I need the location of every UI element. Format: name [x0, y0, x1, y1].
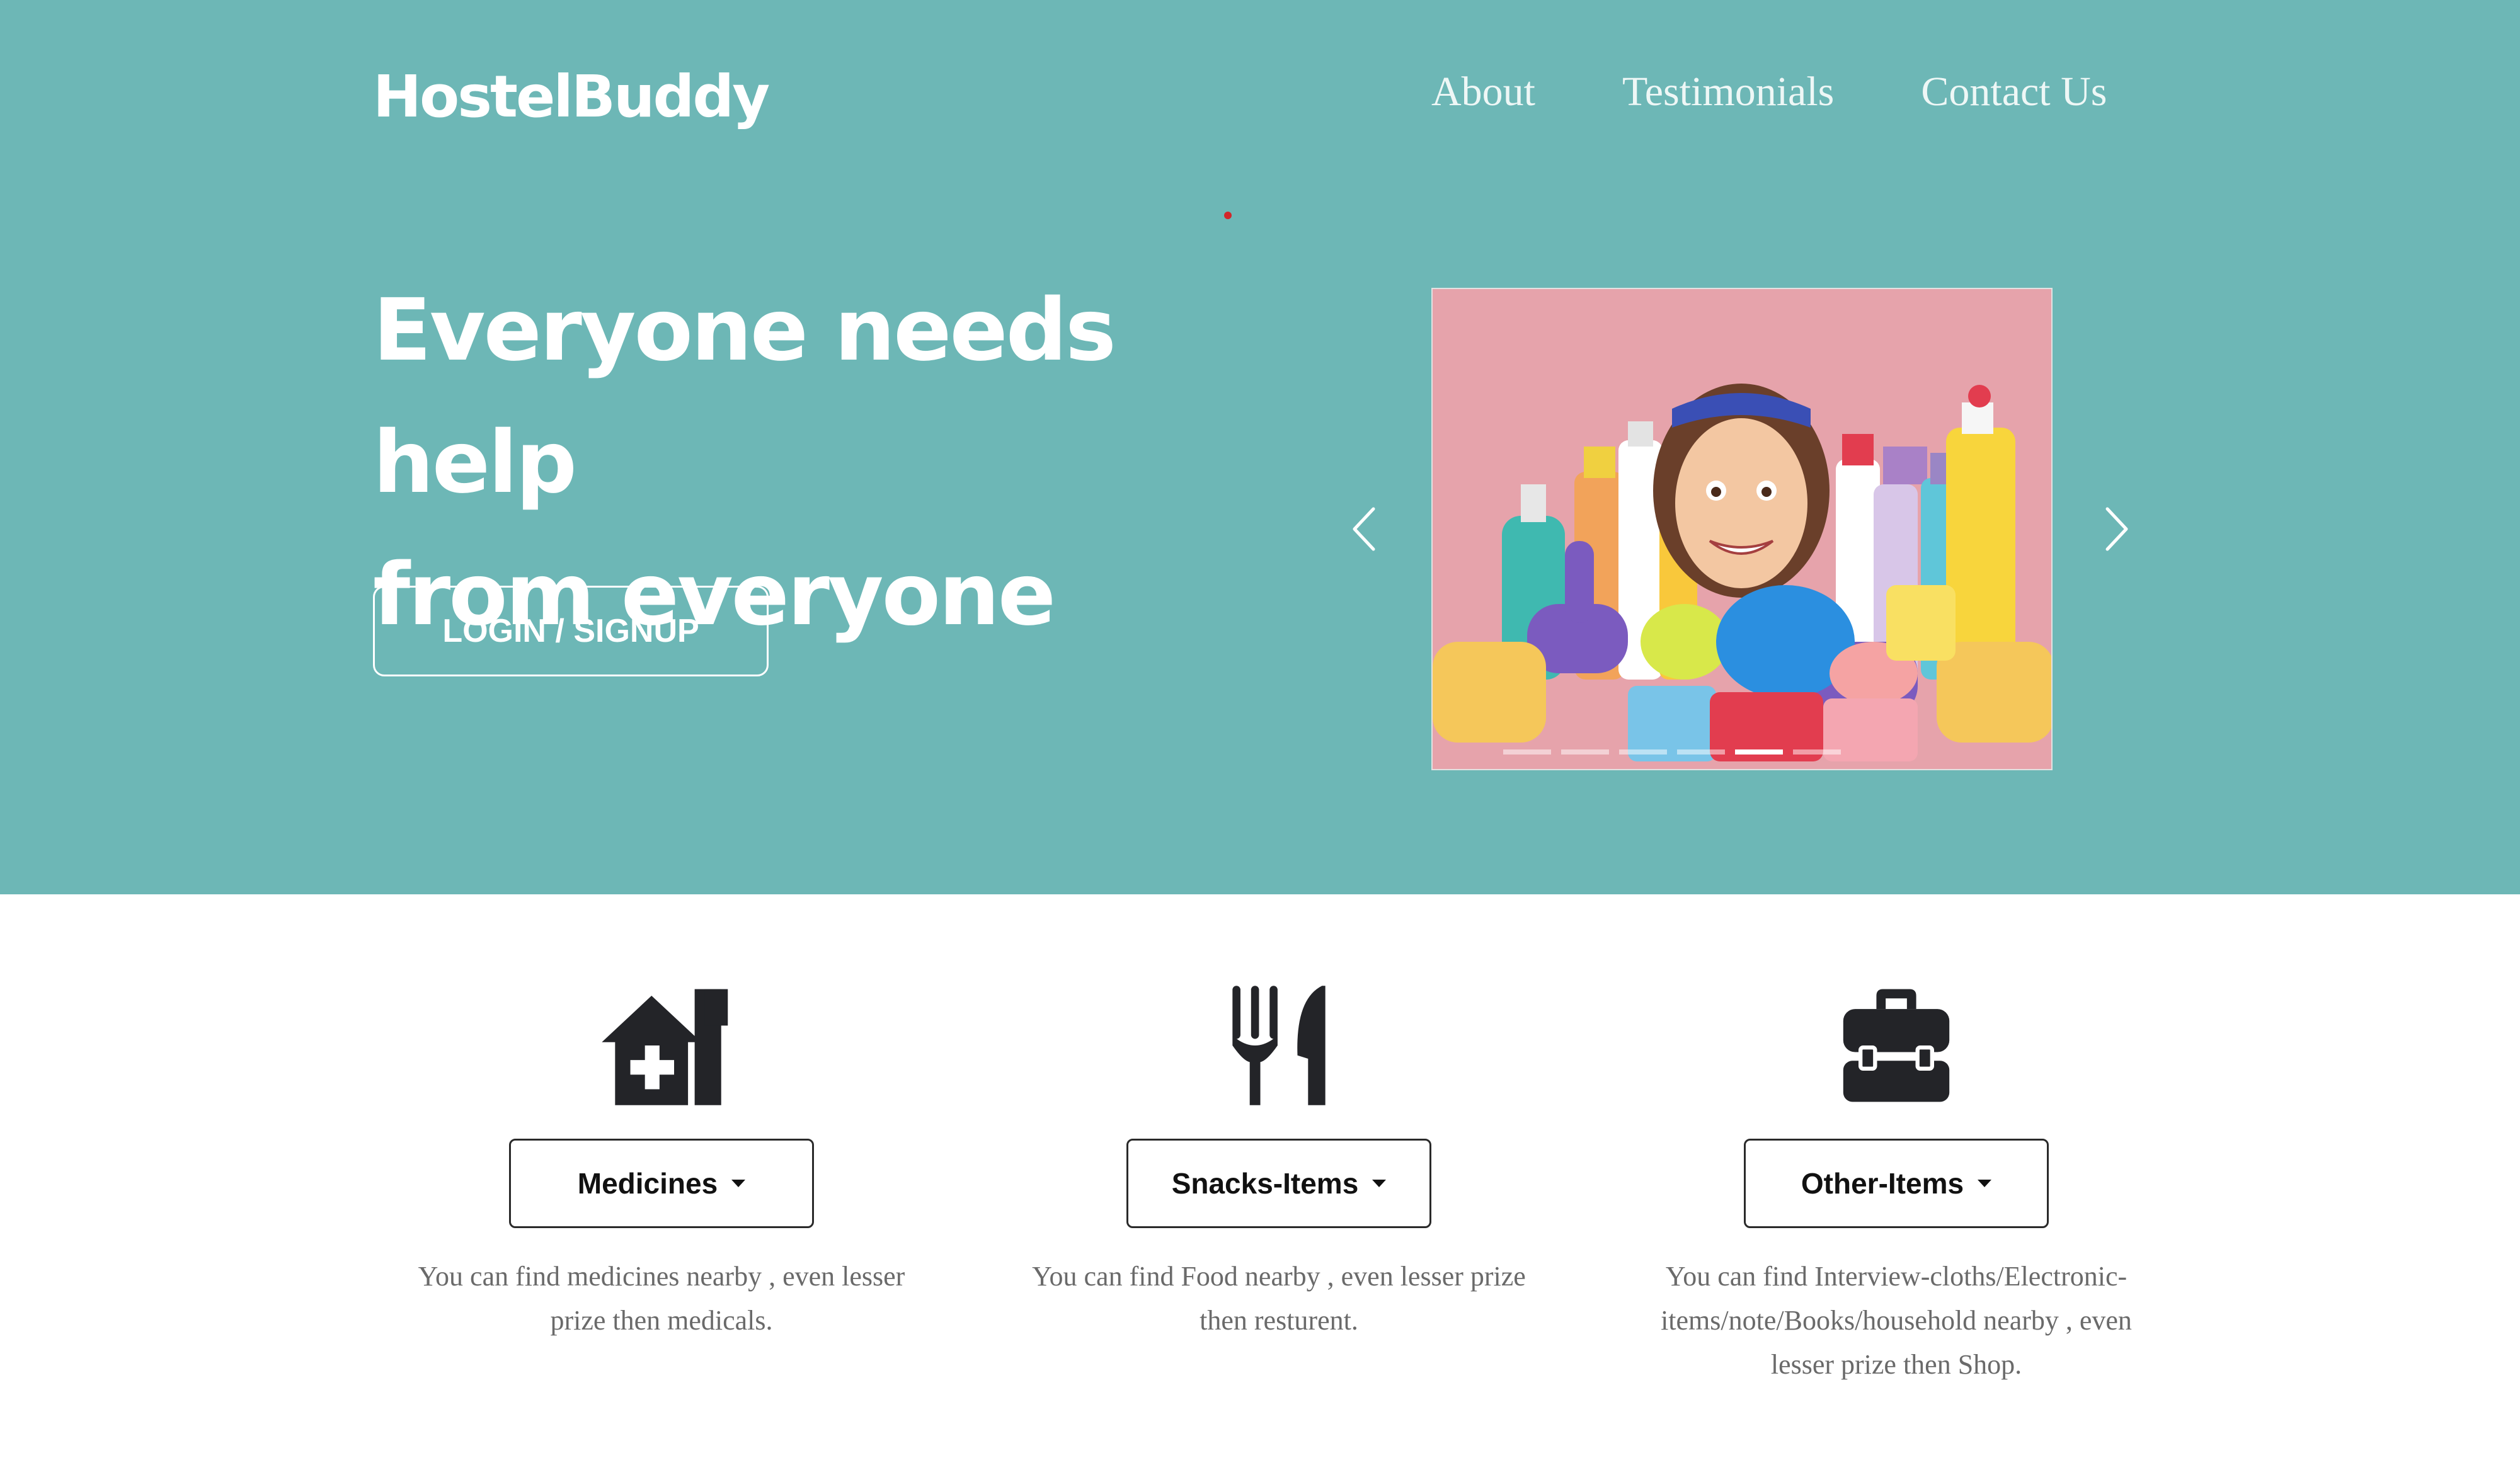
carousel-indicator[interactable] [1619, 749, 1667, 755]
hero-headline-line1: Everyone needs help [373, 281, 1116, 513]
carousel-indicator[interactable] [1561, 749, 1609, 755]
utensils-icon-svg [1232, 986, 1326, 1105]
medicines-dropdown-button[interactable]: Medicines [509, 1139, 814, 1228]
carousel-indicator[interactable] [1503, 749, 1551, 755]
red-dot [1224, 212, 1232, 219]
nav-link-contact[interactable]: Contact Us [1921, 68, 2107, 116]
top-nav: About Testimonials Contact Us [1431, 68, 2107, 116]
carousel-prev-button[interactable] [1342, 498, 1386, 561]
login-signup-button[interactable]: LOGIN / SIGNUP [373, 586, 769, 676]
chevron-right-icon [2105, 507, 2128, 551]
snacks-description: You can find Food nearby , even lesser p… [1032, 1261, 1526, 1336]
carousel-indicator-active[interactable] [1735, 749, 1783, 755]
carousel-slide-image [1431, 288, 2053, 770]
toolbox-icon [1836, 982, 1956, 1108]
toolbox-icon-svg [1843, 989, 1950, 1102]
nav-link-testimonials[interactable]: Testimonials [1622, 68, 1834, 116]
nav-link-about[interactable]: About [1431, 68, 1535, 116]
utensils-icon [1226, 982, 1332, 1108]
chevron-left-icon [1353, 507, 1375, 551]
caret-down-icon [731, 1180, 746, 1187]
carousel-next-button[interactable] [2095, 498, 2139, 561]
hero-section: HostelBuddy About Testimonials Contact U… [0, 0, 2520, 894]
house-medical-icon-svg [602, 989, 728, 1105]
carousel-indicator[interactable] [1677, 749, 1725, 755]
caret-down-icon [1372, 1180, 1387, 1187]
medicines-description: You can find medicines nearby , even les… [418, 1261, 905, 1336]
snacks-dropdown-label: Snacks-Items [1171, 1167, 1359, 1200]
house-medical-icon [595, 982, 728, 1108]
medicines-dropdown-label: Medicines [577, 1167, 718, 1200]
cleaning-supplies-photo [1433, 289, 2051, 769]
snacks-dropdown-button[interactable]: Snacks-Items [1126, 1139, 1431, 1228]
caret-down-icon [1978, 1180, 1992, 1187]
other-items-dropdown-button[interactable]: Other-Items [1744, 1139, 2049, 1228]
brand-logo[interactable]: HostelBuddy [373, 63, 770, 130]
other-items-description: You can find Interview-cloths/Electronic… [1661, 1261, 2132, 1380]
other-items-dropdown-label: Other-Items [1801, 1167, 1964, 1200]
carousel-indicator[interactable] [1793, 749, 1841, 755]
carousel-indicators [1503, 749, 1841, 755]
